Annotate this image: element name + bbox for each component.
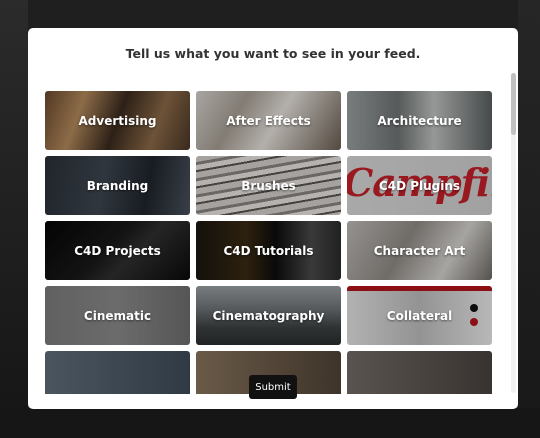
topic-label: Cinematic [83,308,152,323]
topic-label: Character Art [373,243,466,258]
topic-label: Cinematography [212,308,325,323]
topic-tile-c4d-tutorials[interactable]: C4D Tutorials [196,221,341,280]
topic-tile-c4d-plugins[interactable]: Campfire C4D Plugins [347,156,492,215]
modal-title: Tell us what you want to see in your fee… [125,46,421,61]
topic-tile-partial[interactable] [45,351,190,394]
topic-tile-branding[interactable]: Branding [45,156,190,215]
topic-tile-architecture[interactable]: Architecture [347,91,492,150]
scrollbar-thumb[interactable] [511,73,516,135]
topic-tile-partial[interactable] [347,351,492,394]
topics-scroll-area[interactable]: Advertising After Effects Architecture B… [45,91,492,394]
topic-tile-brushes[interactable]: Brushes [196,156,341,215]
topic-label: Architecture [377,113,462,128]
topic-tile-advertising[interactable]: Advertising [45,91,190,150]
topic-tile-cinematography[interactable]: Cinematography [196,286,341,345]
topic-tile-collateral[interactable]: Collateral [347,286,492,345]
tile-image [347,351,492,394]
topic-tile-cinematic[interactable]: Cinematic [45,286,190,345]
topic-label: Collateral [386,308,453,323]
submit-button[interactable]: Submit [249,375,297,399]
topic-tile-c4d-projects[interactable]: C4D Projects [45,221,190,280]
topics-scrollbar[interactable] [511,73,516,393]
topic-tile-after-effects[interactable]: After Effects [196,91,341,150]
topics-grid: Advertising After Effects Architecture B… [45,91,492,394]
backdrop-bottom [0,408,540,438]
feed-preferences-modal: Tell us what you want to see in your fee… [28,28,518,409]
topic-label: C4D Plugins [378,178,461,193]
topic-label: Brushes [241,178,296,193]
backdrop-left [0,0,28,438]
topic-label: C4D Projects [74,243,161,258]
topic-label: C4D Tutorials [223,243,314,258]
topic-label: After Effects [226,113,311,128]
topic-label: Advertising [78,113,157,128]
tile-image [45,351,190,394]
topic-label: Branding [86,178,149,193]
backdrop-right [518,0,540,438]
topic-tile-character-art[interactable]: Character Art [347,221,492,280]
